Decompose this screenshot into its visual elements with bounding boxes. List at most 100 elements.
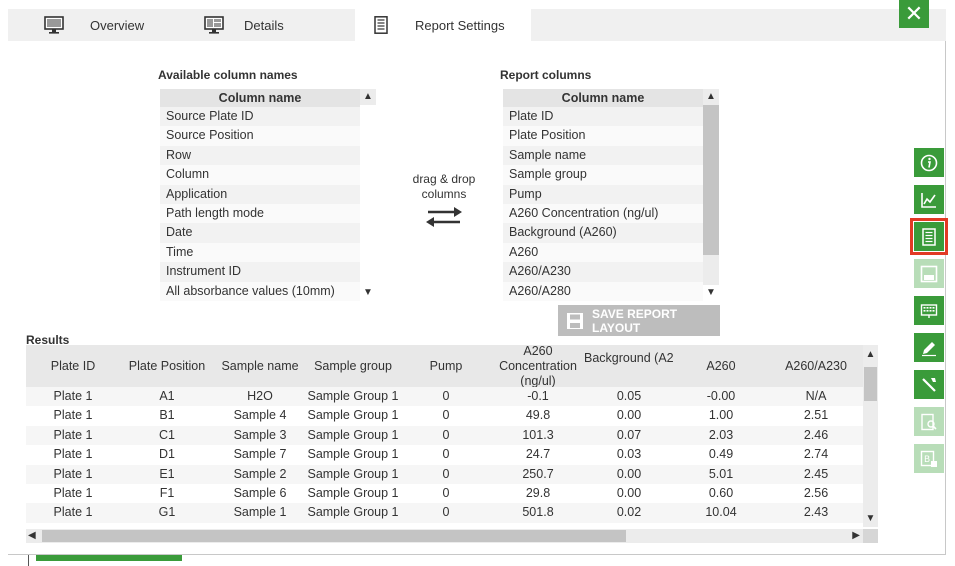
list-item[interactable]: A260 xyxy=(503,242,703,263)
export-button[interactable]: B xyxy=(914,444,944,473)
list-item[interactable]: Row xyxy=(160,145,360,166)
table-cell: 501.8 xyxy=(522,505,554,520)
report-columns-header[interactable]: Column name xyxy=(503,89,703,107)
table-row[interactable]: Plate 1 E1 Sample 2 Sample Group 1 0 250.7 0.0… xyxy=(26,464,864,484)
col-header-plate-position[interactable]: Plate Position xyxy=(120,345,214,387)
edit-button[interactable] xyxy=(914,333,944,362)
report-button[interactable] xyxy=(910,218,948,255)
available-columns-header[interactable]: Column name xyxy=(160,89,360,107)
scroll-thumb[interactable] xyxy=(42,530,626,542)
table-cell: 0.02 xyxy=(616,505,642,520)
table-row[interactable]: Plate 1 B1 Sample 4 Sample Group 1 0 49.8 0.00… xyxy=(26,406,864,425)
list-item[interactable]: A260/A230 xyxy=(503,262,703,282)
col-header-sample-name[interactable]: Sample name xyxy=(214,345,306,387)
keyboard-button[interactable] xyxy=(914,296,944,325)
list-item[interactable]: Background (A260) xyxy=(503,223,703,243)
table-row[interactable]: Plate 1 D1 Sample 7 Sample Group 1 0 24.7 0.03… xyxy=(26,445,864,464)
col-header-pump[interactable]: Pump xyxy=(400,345,492,387)
tab-bar: Overview Details Report Settings xyxy=(8,9,946,41)
list-item[interactable]: Source Position xyxy=(160,126,360,146)
scroll-thumb[interactable] xyxy=(864,367,877,401)
table-cell: 2.74 xyxy=(803,447,829,462)
chevron-right-icon[interactable]: ▶ xyxy=(852,529,860,543)
col-header-sample-group[interactable]: Sample group xyxy=(306,345,400,387)
table-cell: Sample 1 xyxy=(233,505,287,520)
list-item[interactable]: Source Plate ID xyxy=(160,107,360,127)
list-item[interactable]: Sample group xyxy=(503,165,703,185)
list-item[interactable]: Column xyxy=(160,165,360,185)
table-row[interactable]: Plate 1 F1 Sample 6 Sample Group 1 0 29.8 0.00… xyxy=(26,484,864,503)
table-cell: Sample Group 1 xyxy=(307,389,399,403)
available-columns-list[interactable]: Column name Source Plate ID Source Posit… xyxy=(160,89,376,301)
col-header-a260-a230[interactable]: A260/A230 xyxy=(768,345,864,387)
results-table: Plate ID Plate Position Sample name Samp… xyxy=(26,345,864,523)
col-header-plate-id[interactable]: Plate ID xyxy=(26,345,120,387)
table-cell: Sample 7 xyxy=(233,447,287,462)
list-item[interactable]: A260/A280 xyxy=(503,281,703,301)
available-scrollbar[interactable]: ▲ ▼ xyxy=(360,89,376,301)
table-cell: Sample Group 1 xyxy=(307,505,399,520)
table-cell: 2.03 xyxy=(708,427,734,442)
chevron-up-icon[interactable]: ▲ xyxy=(863,345,878,365)
table-cell: 2.51 xyxy=(803,408,829,423)
chevron-up-icon[interactable]: ▲ xyxy=(703,89,719,105)
list-item[interactable]: Date xyxy=(160,223,360,243)
chart-icon xyxy=(921,192,936,208)
results-vertical-scrollbar[interactable]: ▲ ▼ xyxy=(863,345,878,527)
tools-button[interactable] xyxy=(914,370,944,399)
list-item[interactable]: Plate ID xyxy=(503,107,703,127)
table-cell: 0.00 xyxy=(616,485,642,500)
list-item[interactable]: All absorbance values (10mm) xyxy=(160,281,360,301)
drag-drop-line2: columns xyxy=(421,187,467,201)
close-button[interactable]: ✕ xyxy=(899,0,929,28)
results-horizontal-scrollbar[interactable]: ◀ ▶ xyxy=(26,529,878,543)
chevron-down-icon[interactable]: ▼ xyxy=(863,511,878,527)
table-cell: E1 xyxy=(159,466,175,481)
list-item[interactable]: A260 Concentration (ng/ul) xyxy=(503,203,703,224)
table-cell: C1 xyxy=(159,427,175,442)
save-button[interactable] xyxy=(914,259,944,288)
tab-report-settings-label: Report Settings xyxy=(415,17,505,33)
table-cell: 5.01 xyxy=(708,466,734,481)
table-cell: Sample Group 1 xyxy=(307,485,399,500)
list-item[interactable]: Pump xyxy=(503,184,703,204)
report-columns-list[interactable]: Column name Plate ID Plate Position Samp… xyxy=(503,89,719,301)
table-cell: 0.05 xyxy=(616,389,642,403)
bottom-plate-tab[interactable] xyxy=(36,555,182,561)
table-row[interactable]: Plate 1 A1 H2O Sample Group 1 0 -0.1 0.05 -0.00… xyxy=(26,387,864,407)
chevron-down-icon[interactable]: ▼ xyxy=(360,285,376,301)
preview-button[interactable] xyxy=(914,407,944,436)
table-cell: 0 xyxy=(442,466,450,481)
list-item[interactable]: Plate Position xyxy=(503,126,703,146)
table-cell: 0 xyxy=(442,408,450,423)
col-header-background[interactable]: Background (A260) xyxy=(584,345,674,387)
save-report-layout-button[interactable]: SAVE REPORT LAYOUT xyxy=(558,305,720,336)
info-button[interactable] xyxy=(914,148,944,177)
table-row[interactable]: Plate 1 C1 Sample 3 Sample Group 1 0 101.3 0.0… xyxy=(26,425,864,446)
col-header-a260[interactable]: A260 xyxy=(674,345,768,387)
table-row[interactable]: Plate 1 G1 Sample 1 Sample Group 1 0 501.8 0.0… xyxy=(26,503,864,523)
tab-overview[interactable]: Overview xyxy=(28,9,198,41)
table-cell: F1 xyxy=(159,485,175,500)
chart-button[interactable] xyxy=(914,185,944,214)
scroll-thumb[interactable] xyxy=(703,105,719,255)
col-header-a260-concentration[interactable]: A260 Concentration (ng/ul) xyxy=(492,345,584,387)
report-icon xyxy=(922,227,936,246)
tab-details[interactable]: Details xyxy=(194,9,360,41)
chevron-left-icon[interactable]: ◀ xyxy=(28,529,36,543)
chevron-down-icon[interactable]: ▼ xyxy=(703,285,719,301)
table-cell: 250.7 xyxy=(522,466,554,481)
list-item[interactable]: Path length mode xyxy=(160,203,360,224)
save-report-layout-label: SAVE REPORT LAYOUT xyxy=(592,306,678,335)
table-cell: Sample Group 1 xyxy=(307,427,399,442)
list-item[interactable]: Instrument ID xyxy=(160,262,360,282)
list-item[interactable]: Application xyxy=(160,184,360,204)
report-scrollbar[interactable]: ▲ ▼ xyxy=(703,89,719,301)
list-item[interactable]: Sample name xyxy=(503,145,703,166)
chevron-up-icon[interactable]: ▲ xyxy=(360,89,376,105)
table-cell: D1 xyxy=(159,447,175,462)
floppy-disk-icon xyxy=(566,312,584,330)
list-item[interactable]: Time xyxy=(160,242,360,263)
tab-report-settings[interactable]: Report Settings xyxy=(355,9,531,41)
table-cell: 2.46 xyxy=(803,427,829,442)
